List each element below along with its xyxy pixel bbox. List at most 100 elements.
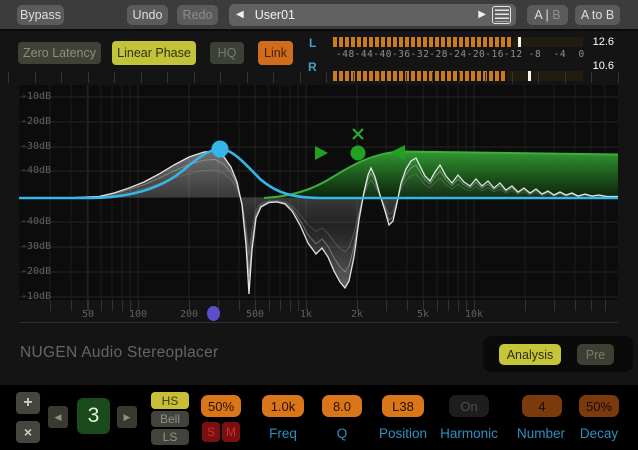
position-label: Position bbox=[379, 426, 427, 441]
freq-tick bbox=[437, 300, 438, 311]
freq-tick bbox=[122, 300, 123, 311]
meter-l-fill bbox=[333, 37, 513, 47]
freq-label: 5k bbox=[417, 309, 429, 320]
meter-scale: -48-44-40-36-32-28-24-20-16-12 -8 -4 0 bbox=[336, 49, 585, 60]
ab-toggle-button[interactable]: A | B bbox=[527, 5, 568, 25]
q-value[interactable]: 8.0 bbox=[322, 395, 362, 417]
decay-label: Decay bbox=[580, 426, 618, 441]
green-play-marker[interactable] bbox=[315, 146, 328, 160]
band-number-display[interactable]: 3 bbox=[77, 398, 110, 434]
ab-toggle-a: A | bbox=[534, 8, 548, 22]
redo-button[interactable]: Redo bbox=[177, 5, 218, 25]
hq-button[interactable]: HQ bbox=[210, 42, 244, 64]
filter-hs-button[interactable]: HS bbox=[151, 392, 189, 409]
link-button[interactable]: Link bbox=[258, 41, 293, 65]
freq-tick bbox=[269, 300, 270, 311]
meter-l-peak bbox=[518, 37, 521, 47]
ruler-tick bbox=[220, 72, 221, 83]
freq-label: 200 bbox=[180, 309, 198, 320]
db-label: -30dB bbox=[21, 241, 55, 252]
green-x-marker[interactable] bbox=[353, 129, 363, 139]
ruler-tick bbox=[141, 72, 142, 83]
eq-graph-canvas bbox=[19, 85, 618, 300]
ruler-tick bbox=[379, 72, 380, 83]
next-band-button[interactable]: ▶ bbox=[117, 406, 137, 428]
freq-value[interactable]: 1.0k bbox=[262, 395, 304, 417]
meter-l-bar bbox=[333, 37, 583, 47]
ruler-tick bbox=[353, 72, 354, 83]
ruler-tick bbox=[114, 72, 115, 83]
mute-button[interactable]: M bbox=[222, 422, 240, 442]
ruler-tick bbox=[88, 72, 89, 83]
preset-name[interactable]: User01 bbox=[255, 8, 295, 22]
ruler-tick bbox=[432, 72, 433, 83]
freq-tick bbox=[71, 300, 72, 311]
harmonic-label: Harmonic bbox=[440, 426, 498, 441]
preset-next-icon[interactable]: ▶ bbox=[478, 10, 486, 20]
position-value[interactable]: L38 bbox=[382, 395, 424, 417]
freq-tick bbox=[458, 300, 459, 311]
freq-axis: 501002005001k2k5k10k bbox=[19, 300, 618, 324]
ruler-tick bbox=[565, 72, 566, 83]
freq-tick bbox=[298, 300, 299, 311]
freq-label: 50 bbox=[82, 309, 94, 320]
freq-tick bbox=[605, 300, 606, 311]
solo-button[interactable]: S bbox=[202, 422, 220, 442]
freq-tick bbox=[575, 300, 576, 311]
meter-r-value: 10.6 bbox=[580, 60, 614, 72]
pre-button[interactable]: Pre bbox=[577, 344, 614, 365]
meter-l-label: L bbox=[309, 36, 316, 50]
ruler-tick bbox=[247, 72, 248, 83]
number-value[interactable]: 4 bbox=[522, 395, 562, 417]
ruler-tick bbox=[538, 72, 539, 83]
q-label: Q bbox=[337, 426, 348, 441]
preset-menu-icon[interactable] bbox=[492, 6, 511, 24]
preset-prev-icon[interactable]: ◀ bbox=[236, 10, 244, 20]
prev-band-button[interactable]: ◀ bbox=[48, 406, 68, 428]
ruler-tick bbox=[326, 72, 327, 83]
top-tick-strip bbox=[0, 72, 638, 84]
ruler-tick bbox=[591, 72, 592, 83]
db-label: -20dB bbox=[21, 116, 55, 127]
db-label: -30dB bbox=[21, 141, 55, 152]
mix-value[interactable]: 50% bbox=[201, 395, 241, 417]
linear-phase-button[interactable]: Linear Phase bbox=[112, 41, 196, 65]
freq-tick bbox=[525, 300, 526, 311]
eq-graph[interactable]: -10dB-20dB-30dB-40dB-40dB-30dB-20dB-10dB bbox=[19, 85, 618, 300]
ruler-tick bbox=[406, 72, 407, 83]
ruler-tick bbox=[167, 72, 168, 83]
undo-button[interactable]: Undo bbox=[127, 5, 168, 25]
bypass-button[interactable]: Bypass bbox=[17, 5, 64, 25]
ruler-tick bbox=[618, 72, 619, 83]
decay-value[interactable]: 50% bbox=[579, 395, 619, 417]
freq-tick bbox=[112, 300, 113, 311]
add-band-button[interactable]: + bbox=[16, 392, 40, 414]
freq-tick bbox=[280, 300, 281, 311]
freq-label: 100 bbox=[129, 309, 147, 320]
freq-label: 2k bbox=[351, 309, 363, 320]
freq-tick bbox=[386, 300, 387, 311]
filter-ls-button[interactable]: LS bbox=[151, 429, 189, 445]
freq-tick bbox=[239, 300, 240, 311]
ruler-tick bbox=[8, 72, 9, 83]
zero-latency-button[interactable]: Zero Latency bbox=[18, 42, 101, 64]
band-handle-green[interactable] bbox=[351, 146, 366, 161]
freq-label: 10k bbox=[465, 309, 483, 320]
filter-bell-button[interactable]: Bell bbox=[151, 411, 189, 427]
freq-tick bbox=[554, 300, 555, 311]
a-to-b-button[interactable]: A to B bbox=[575, 5, 620, 25]
harmonic-value[interactable]: On bbox=[449, 395, 489, 417]
preset-bar: ◀ User01 ▶ bbox=[229, 4, 516, 26]
freq-tick bbox=[50, 300, 51, 311]
ruler-tick bbox=[273, 72, 274, 83]
analysis-button[interactable]: Analysis bbox=[499, 344, 561, 365]
remove-band-button[interactable]: × bbox=[16, 421, 40, 443]
ab-toggle-b: B bbox=[552, 8, 560, 22]
freq-tick bbox=[101, 300, 102, 311]
freq-label: 500 bbox=[246, 309, 264, 320]
ruler-tick bbox=[300, 72, 301, 83]
band-handle-blue[interactable] bbox=[212, 141, 229, 158]
band-handle-purple[interactable] bbox=[207, 306, 220, 321]
brand-title: NUGEN Audio Stereoplacer bbox=[20, 344, 218, 362]
ruler-tick bbox=[35, 72, 36, 83]
